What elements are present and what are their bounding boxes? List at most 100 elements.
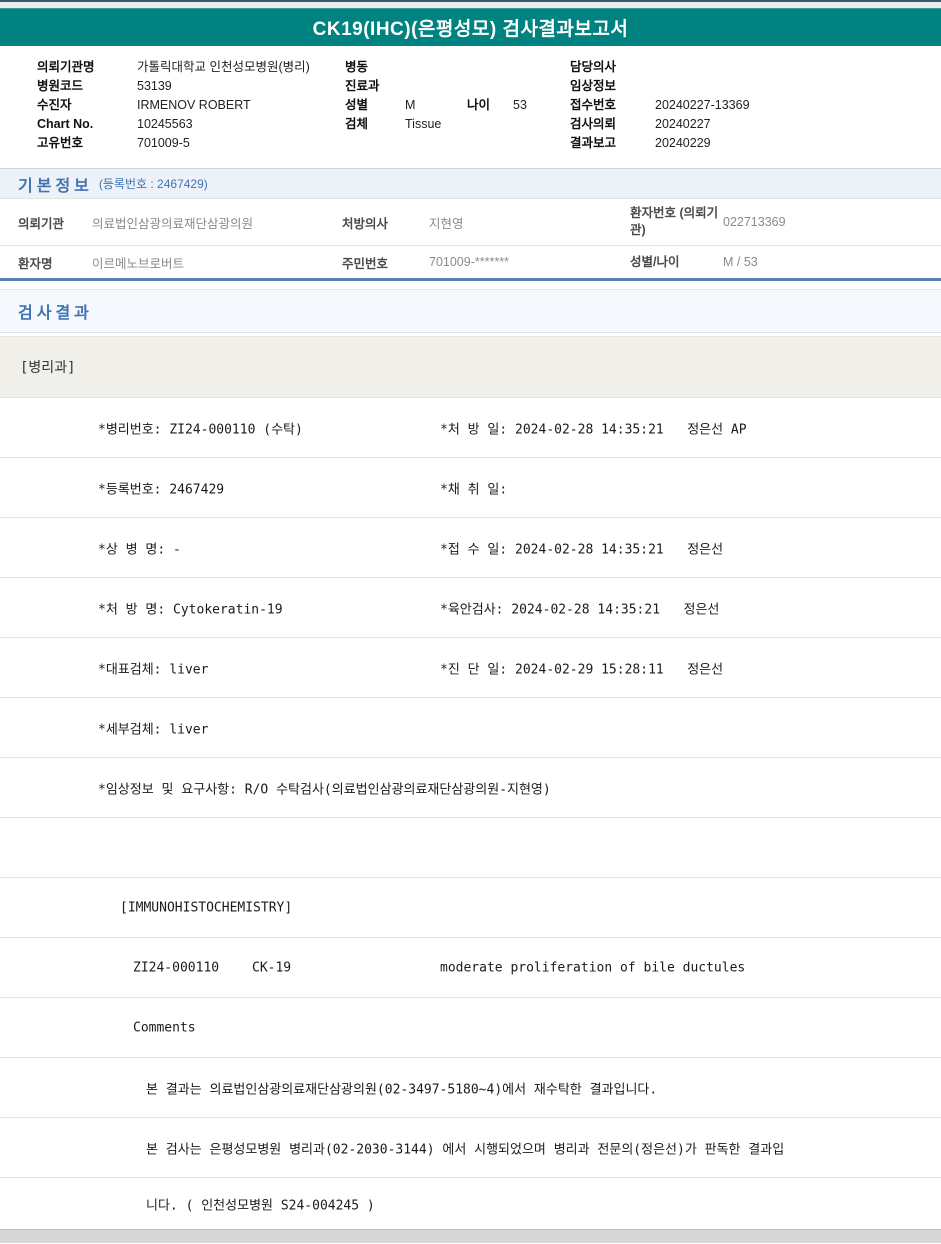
field-label: 진료과 xyxy=(345,79,380,93)
field-requesting-org: 의뢰기관명 가톨릭대학교 인천성모병원(병리) xyxy=(37,58,310,77)
department-band: [병리과] xyxy=(0,336,941,397)
field-sex-age: 성별 M 나이 53 xyxy=(345,96,527,115)
field-value: 701009-5 xyxy=(137,136,190,150)
detail-right: *육안검사: 2024-02-28 14:35:21 정은선 xyxy=(440,602,720,617)
cell-value-prescribing-doctor: 지현영 xyxy=(429,216,464,231)
field-value: 20240227-13369 xyxy=(655,98,750,112)
field-label: 의뢰기관명 xyxy=(37,60,95,74)
row-detail-specimen: *세부검체: liver xyxy=(0,697,941,757)
field-value: 20240229 xyxy=(655,136,711,150)
comment-text: 본 결과는 의료법인삼광의료재단삼광의원(02-3497-5180~4)에서 재… xyxy=(146,1082,658,1097)
field-value: 53 xyxy=(513,98,527,112)
comment-text: 본 검사는 은평성모병원 병리과(02-2030-3144) 에서 시행되었으며… xyxy=(146,1142,785,1157)
detail-right: *채 취 일: xyxy=(440,482,508,497)
field-label: 성별 xyxy=(345,98,369,112)
detail-left: *상 병 명: - xyxy=(98,542,181,557)
cell-label-resident-no: 주민번호 xyxy=(342,256,389,271)
row-clinical-info-request: *임상정보 및 요구사항: R/O 수탁검사(의료법인삼광의료재단삼광의원-지현… xyxy=(0,757,941,817)
row-registration-number: *등록번호: 2467429 *채 취 일: xyxy=(0,457,941,517)
row-prescription-name: *처 방 명: Cytokeratin-19 *육안검사: 2024-02-28… xyxy=(0,577,941,637)
row-disease-name: *상 병 명: - *접 수 일: 2024-02-28 14:35:21 정은… xyxy=(0,517,941,577)
field-label: 고유번호 xyxy=(37,136,84,150)
detail-left: *세부검체: liver xyxy=(98,722,209,737)
field-test-requested: 검사의뢰 20240227 xyxy=(570,115,750,134)
detail-right: *처 방 일: 2024-02-28 14:35:21 정은선 AP xyxy=(440,422,747,437)
field-label: 결과보고 xyxy=(570,136,617,150)
detail-right: *진 단 일: 2024-02-29 15:28:11 정은선 xyxy=(440,662,724,677)
comment-text: 니다. ( 인천성모병원 S24-004245 ) xyxy=(146,1198,375,1213)
field-label: 병동 xyxy=(345,60,369,74)
row-comment-line-3: 니다. ( 인천성모병원 S24-004245 ) xyxy=(0,1177,941,1229)
row-pathology-number: *병리번호: ZI24-000110 (수탁) *처 방 일: 2024-02-… xyxy=(0,397,941,457)
field-label: 수진자 xyxy=(37,98,72,112)
field-label: 나이 xyxy=(467,98,491,112)
results-section-header: 검사결과 xyxy=(0,289,941,333)
field-label: 검체 xyxy=(345,117,369,131)
row-comment-line-2: 본 검사는 은평성모병원 병리과(02-2030-3144) 에서 시행되었으며… xyxy=(0,1117,941,1177)
field-value: 가톨릭대학교 인천성모병원(병리) xyxy=(137,60,310,74)
field-hospital-code: 병원코드 53139 xyxy=(37,77,310,96)
footer-bar xyxy=(0,1229,941,1243)
report-page: CK19(IHC)(은평성모) 검사결과보고서 의뢰기관명 가톨릭대학교 인천성모… xyxy=(0,0,941,1244)
field-label: 병원코드 xyxy=(37,79,84,93)
field-value: IRMENOV ROBERT xyxy=(137,98,251,112)
department-name: [병리과] xyxy=(20,360,76,376)
detail-left: *병리번호: ZI24-000110 (수탁) xyxy=(98,422,303,437)
field-label: Chart No. xyxy=(37,117,94,131)
finding-text: moderate proliferation of bile ductules xyxy=(440,960,746,975)
field-label: 접수번호 xyxy=(570,98,617,112)
cell-value-resident-no: 701009-******* xyxy=(429,255,509,269)
cell-label-patient-no: 환자번호 (의뢰기관) xyxy=(630,206,719,237)
row-spacer xyxy=(0,817,941,877)
cell-label-prescribing-doctor: 처방의사 xyxy=(342,216,389,231)
row-representative-specimen: *대표검체: liver *진 단 일: 2024-02-29 15:28:11… xyxy=(0,637,941,697)
patient-header: 의뢰기관명 가톨릭대학교 인천성모병원(병리) 병원코드 53139 수진자 IRME… xyxy=(0,46,941,168)
field-label: 임상정보 xyxy=(570,79,617,93)
patient-header-left-column: 의뢰기관명 가톨릭대학교 인천성모병원(병리) 병원코드 53139 수진자 IRME… xyxy=(37,58,310,153)
detail-left: *대표검체: liver xyxy=(98,662,209,677)
cell-value-requesting-org: 의료법인삼광의료재단삼광의원 xyxy=(92,216,254,231)
detail-left: *등록번호: 2467429 xyxy=(98,482,225,497)
cell-value-sex-age: M / 53 xyxy=(723,255,758,269)
page-title: CK19(IHC)(은평성모) 검사결과보고서 xyxy=(312,19,629,40)
patient-header-right-column: 담당의사 임상정보 접수번호 20240227-13369 검사의뢰 2024022… xyxy=(570,58,750,153)
cell-value-patient-name: 이르메노브로버트 xyxy=(92,256,185,271)
cell-label-requesting-org: 의뢰기관 xyxy=(18,216,65,231)
patient-header-middle-column: 병동 진료과 성별 M 나이 53 검체 Tissue xyxy=(345,58,527,134)
cell-label-patient-name: 환자명 xyxy=(18,256,53,271)
row-ihc-result: ZI24-000110 CK-19 moderate proliferation… xyxy=(0,937,941,997)
basic-info-section-header: 기본정보 (등록번호 : 2467429) xyxy=(0,168,941,198)
field-reception-no: 접수번호 20240227-13369 xyxy=(570,96,750,115)
field-result-reported: 결과보고 20240229 xyxy=(570,134,750,153)
field-value: Tissue xyxy=(405,117,442,131)
field-value: M xyxy=(405,98,416,112)
field-department: 진료과 xyxy=(345,77,527,96)
report-title-banner: CK19(IHC)(은평성모) 검사결과보고서 xyxy=(0,8,941,46)
test-name: CK-19 xyxy=(252,960,292,975)
specimen-number: ZI24-000110 xyxy=(133,960,220,975)
field-value: 10245563 xyxy=(137,117,193,131)
result-detail-rows: *병리번호: ZI24-000110 (수탁) *처 방 일: 2024-02-… xyxy=(0,397,941,1229)
table-row: 환자명 이르메노브로버트 주민번호 701009-******* 성별/나이 M… xyxy=(0,245,941,278)
cell-value-patient-no: 022713369 xyxy=(723,215,786,229)
comments-label: Comments xyxy=(133,1020,196,1035)
clinical-info-text: *임상정보 및 요구사항: R/O 수탁검사(의료법인삼광의료재단삼광의원-지현… xyxy=(98,782,551,797)
field-unique-no: 고유번호 701009-5 xyxy=(37,134,310,153)
row-ihc-header: [IMMUNOHISTOCHEMISTRY] xyxy=(0,877,941,937)
ihc-header-text: [IMMUNOHISTOCHEMISTRY] xyxy=(120,900,293,915)
field-specimen: 검체 Tissue xyxy=(345,115,527,134)
field-label: 담당의사 xyxy=(570,60,617,74)
row-comments-label: Comments xyxy=(0,997,941,1057)
field-clinical-info: 임상정보 xyxy=(570,77,750,96)
field-label: 검사의뢰 xyxy=(570,117,617,131)
detail-left: *처 방 명: Cytokeratin-19 xyxy=(98,602,283,617)
detail-right: *접 수 일: 2024-02-28 14:35:21 정은선 xyxy=(440,542,724,557)
row-comment-line-1: 본 결과는 의료법인삼광의료재단삼광의원(02-3497-5180~4)에서 재… xyxy=(0,1057,941,1117)
field-ward: 병동 xyxy=(345,58,527,77)
section-title: 기본정보 xyxy=(18,177,93,195)
field-chart-no: Chart No. 10245563 xyxy=(37,115,310,134)
table-row: 의뢰기관 의료법인삼광의료재단삼광의원 처방의사 지현영 환자번호 (의뢰기관)… xyxy=(0,198,941,245)
field-value: 20240227 xyxy=(655,117,711,131)
field-value: 53139 xyxy=(137,79,172,93)
cell-label-sex-age: 성별/나이 xyxy=(630,254,680,269)
